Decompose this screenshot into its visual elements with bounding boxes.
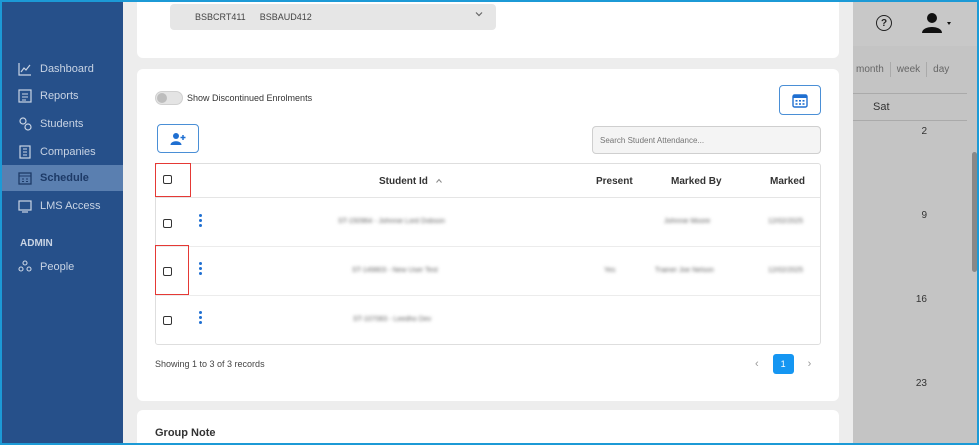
report-icon xyxy=(18,89,32,103)
sidebar-item-label: Dashboard xyxy=(40,63,94,75)
calendar-day-number[interactable]: 16 xyxy=(916,294,927,305)
column-present[interactable]: Present xyxy=(596,176,633,187)
table-row[interactable]: ST-107083 - Leedho Dev xyxy=(156,296,820,345)
calendar-day-number[interactable]: 23 xyxy=(916,378,927,389)
sort-up-icon[interactable] xyxy=(435,178,442,184)
student-attendance-search-input[interactable] xyxy=(592,126,821,154)
pagination: ‹ 1 › xyxy=(755,354,811,374)
unit-select-value: BSBAUD412 xyxy=(259,12,312,22)
table-row[interactable]: ST-149803 - New User Test Yes Trainer Jo… xyxy=(156,247,820,296)
group-note-card xyxy=(137,410,839,443)
top-bar xyxy=(839,2,977,46)
sidebar-item-companies[interactable]: Companies xyxy=(2,139,123,165)
cell-marked: 12/02/2025 xyxy=(768,267,804,274)
cell-student-id: ST-150964 - Johnnie Lord Dobson xyxy=(338,218,446,225)
prev-page-icon[interactable]: ‹ xyxy=(755,358,759,370)
unit-select-card: BSBCRT411 BSBAUD412 xyxy=(137,2,839,58)
sidebar-item-students[interactable]: Students xyxy=(2,111,123,137)
next-page-icon[interactable]: › xyxy=(808,358,812,370)
group-note-title: Group Note xyxy=(155,427,216,439)
highlight-box xyxy=(155,163,191,197)
attendance-panel: BSBCRT411 BSBAUD412 Show Discontinued En… xyxy=(123,2,853,443)
page-scrollbar[interactable] xyxy=(972,152,977,272)
discontinued-toggle[interactable] xyxy=(155,91,183,105)
add-user-icon xyxy=(170,132,186,145)
unit-select[interactable]: BSBCRT411 BSBAUD412 xyxy=(170,4,496,30)
sidebar-item-label: Students xyxy=(40,118,84,130)
chart-line-icon xyxy=(18,63,31,76)
building-icon xyxy=(19,145,31,159)
calendar-day-header: Sat xyxy=(873,101,890,113)
calendar-divider xyxy=(839,120,967,121)
sidebar-heading-admin: ADMIN xyxy=(20,238,53,249)
row-menu-icon[interactable] xyxy=(199,214,203,228)
calendar-day-number[interactable]: 9 xyxy=(921,210,927,221)
view-week[interactable]: week xyxy=(889,62,926,77)
calendar-day-number[interactable]: 2 xyxy=(921,126,927,137)
cell-marked-by: Trainer Joe Nelson xyxy=(655,267,714,274)
lms-icon xyxy=(18,200,32,213)
row-menu-icon[interactable] xyxy=(199,262,203,276)
cell-student-id: ST-149803 - New User Test xyxy=(352,267,438,274)
table-header: Student Id Present Marked By Marked xyxy=(156,164,820,198)
view-day[interactable]: day xyxy=(926,62,955,77)
column-student-id[interactable]: Student Id xyxy=(379,176,442,187)
add-student-button[interactable] xyxy=(157,124,199,153)
cell-present: Yes xyxy=(604,267,616,274)
records-summary: Showing 1 to 3 of 3 records xyxy=(155,359,265,369)
highlight-box xyxy=(155,245,189,295)
page-button-current[interactable]: 1 xyxy=(772,354,794,374)
app-frame: ? month week day Sat 2 9 16 23 Dashboard… xyxy=(0,0,979,445)
discontinued-toggle-label: Show Discontinued Enrolments xyxy=(187,93,313,103)
sidebar: Dashboard Reports Students Companies Sch… xyxy=(2,2,123,443)
row-checkbox[interactable] xyxy=(163,316,172,325)
sidebar-item-schedule[interactable]: Schedule xyxy=(2,165,123,191)
column-marked[interactable]: Marked xyxy=(770,176,805,187)
sidebar-item-label: Schedule xyxy=(40,172,89,184)
calendar-divider xyxy=(839,93,967,94)
sidebar-item-label: Companies xyxy=(40,146,96,158)
column-marked-by[interactable]: Marked By xyxy=(671,176,722,187)
people-icon xyxy=(18,260,32,272)
help-glyph: ? xyxy=(880,17,888,29)
students-icon xyxy=(19,117,32,131)
calendar-icon xyxy=(792,93,808,108)
cell-marked-by: Johnnie Moore xyxy=(664,218,711,225)
table-row[interactable]: ST-150964 - Johnnie Lord Dobson Johnnie … xyxy=(156,198,820,247)
attendance-table: Student Id Present Marked By Marked ST-1… xyxy=(155,163,821,345)
calendar-button[interactable] xyxy=(779,85,821,115)
sidebar-item-reports[interactable]: Reports xyxy=(2,83,123,109)
sidebar-item-label: Reports xyxy=(40,90,79,102)
row-checkbox[interactable] xyxy=(163,219,172,228)
unit-select-value: BSBCRT411 xyxy=(195,12,246,22)
cell-student-id: ST-107083 - Leedho Dev xyxy=(353,316,432,323)
calendar-icon xyxy=(18,172,32,185)
help-icon[interactable]: ? xyxy=(876,15,892,31)
column-label: Student Id xyxy=(379,176,428,187)
calendar-view-tabs: month week day xyxy=(850,62,955,77)
cell-marked: 12/02/2025 xyxy=(768,218,804,225)
sidebar-item-dashboard[interactable]: Dashboard xyxy=(2,56,123,82)
sidebar-item-lms-access[interactable]: LMS Access xyxy=(2,193,123,219)
sidebar-item-people[interactable]: People xyxy=(2,254,123,280)
user-avatar-icon[interactable] xyxy=(920,12,951,34)
view-month[interactable]: month xyxy=(850,62,890,77)
sidebar-item-label: LMS Access xyxy=(40,200,101,212)
chevron-down-icon[interactable] xyxy=(475,10,483,18)
sidebar-item-label: People xyxy=(40,261,75,273)
row-menu-icon[interactable] xyxy=(199,311,203,325)
